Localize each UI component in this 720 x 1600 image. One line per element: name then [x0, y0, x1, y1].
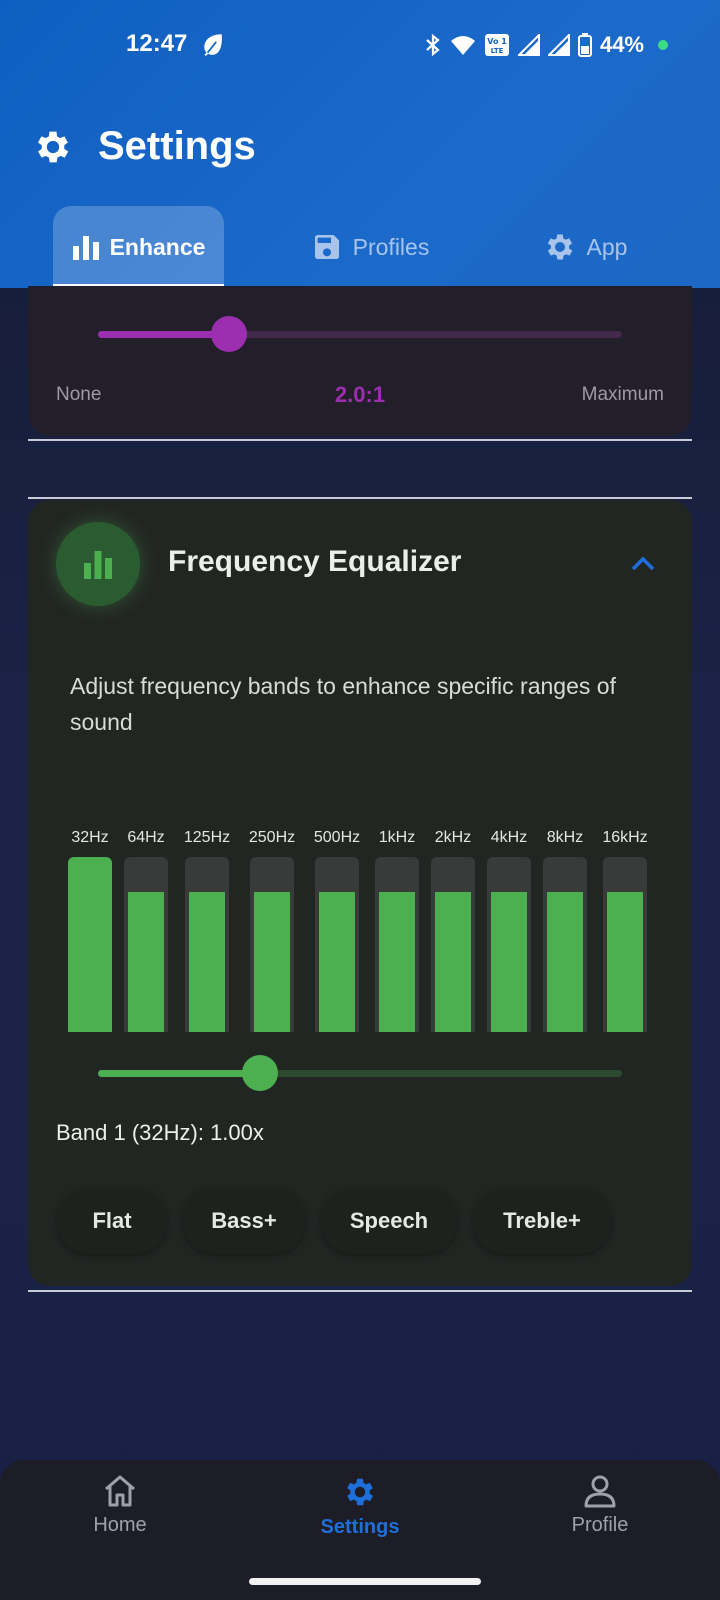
status-icons: Vo 1 LTE 44%: [424, 30, 668, 60]
leaf-icon: [204, 34, 222, 56]
bluetooth-icon: [426, 33, 440, 57]
compressor-slider-fill: [98, 331, 229, 338]
wifi-icon: [450, 36, 475, 55]
equalizer-icon: [84, 551, 112, 579]
gesture-home-bar[interactable]: [249, 1578, 481, 1585]
gear-icon: [547, 234, 572, 260]
divider: [28, 497, 692, 499]
nav-settings-label: Settings: [320, 1516, 400, 1538]
band-level-fill: [189, 892, 225, 1032]
divider: [28, 439, 692, 441]
chevron-up-icon[interactable]: [628, 552, 658, 574]
band-label: 64Hz: [127, 829, 165, 846]
svg-text:LTE: LTE: [491, 47, 504, 55]
band-label: 8kHz: [546, 829, 584, 846]
tab-enhance[interactable]: Enhance: [53, 206, 224, 288]
compressor-slider-thumb[interactable]: [211, 316, 247, 352]
preset-speech-button[interactable]: Speech: [320, 1188, 458, 1254]
band-label: 32Hz: [71, 829, 109, 846]
band-readout: Band 1 (32Hz): 1.00x: [56, 1120, 264, 1145]
svg-text:Vo 1: Vo 1: [487, 37, 507, 46]
title-row: Settings: [32, 124, 256, 169]
band-level-fill: [319, 892, 355, 1032]
bar-chart-icon: [72, 236, 99, 260]
nav-profile[interactable]: Profile: [530, 1474, 670, 1537]
band-level-fill: [68, 857, 112, 1032]
nav-home-label: Home: [93, 1514, 147, 1536]
divider: [28, 1290, 692, 1292]
tab-enhance-label: Enhance: [109, 233, 206, 260]
band-level-fill: [491, 892, 527, 1032]
compressor-max-label: Maximum: [581, 384, 664, 405]
band-label: 125Hz: [183, 829, 231, 846]
status-time: 12:47: [126, 30, 188, 57]
preset-treble-label: Treble+: [503, 1208, 581, 1233]
band-level-fill: [379, 892, 415, 1032]
band-level-fill: [435, 892, 471, 1032]
signal-icon-2: [547, 34, 570, 56]
battery-percent: 44%: [599, 32, 644, 57]
tab-app[interactable]: App: [530, 206, 640, 288]
nav-settings[interactable]: Settings: [290, 1474, 430, 1539]
band-slider-fill: [98, 1070, 261, 1077]
home-icon: [105, 1475, 135, 1507]
band-level-fill: [607, 892, 643, 1032]
privacy-indicator-dot: [658, 40, 668, 50]
band-level-fill: [128, 892, 164, 1032]
preset-bass-label: Bass+: [211, 1208, 277, 1233]
preset-flat-button[interactable]: Flat: [56, 1188, 168, 1254]
band-level-fill: [547, 892, 583, 1032]
preset-flat-label: Flat: [92, 1208, 132, 1233]
tab-bar: Enhance Profiles App: [0, 206, 720, 288]
tab-profiles[interactable]: Profiles: [290, 206, 450, 288]
gear-icon: [37, 131, 69, 162]
status-bar: 12:47 Vo 1 LTE 44%: [0, 0, 720, 90]
equalizer-icon-badge: [56, 522, 140, 606]
band-label: 1kHz: [378, 829, 416, 846]
gear-icon: [347, 1478, 374, 1506]
preset-speech-label: Speech: [349, 1208, 429, 1233]
battery-icon: [577, 33, 592, 57]
nav-home[interactable]: Home: [50, 1474, 190, 1537]
save-icon: [314, 235, 339, 259]
equalizer-description: Adjust frequency bands to enhance specif…: [70, 673, 616, 735]
band-level-fill: [254, 892, 290, 1032]
tab-profiles-label: Profiles: [352, 233, 430, 260]
band-label: 2kHz: [434, 829, 472, 846]
nav-profile-label: Profile: [571, 1514, 629, 1536]
compressor-card: [28, 286, 692, 436]
volte-icon: Vo 1LTE: [484, 34, 509, 56]
band-label: 500Hz: [313, 829, 361, 846]
tab-app-label: App: [586, 233, 628, 260]
equalizer-title: Frequency Equalizer: [168, 545, 462, 578]
preset-bass-button[interactable]: Bass+: [182, 1188, 306, 1254]
band-label: 250Hz: [248, 829, 296, 846]
page-title: Settings: [98, 124, 256, 168]
preset-treble-button[interactable]: Treble+: [472, 1188, 612, 1254]
signal-icon: [517, 34, 540, 56]
app-header: 12:47 Vo 1 LTE 44% Settings Enhance Prof…: [0, 0, 720, 288]
band-label: 16kHz: [602, 829, 648, 846]
band-label: 4kHz: [490, 829, 528, 846]
person-icon: [584, 1475, 616, 1508]
